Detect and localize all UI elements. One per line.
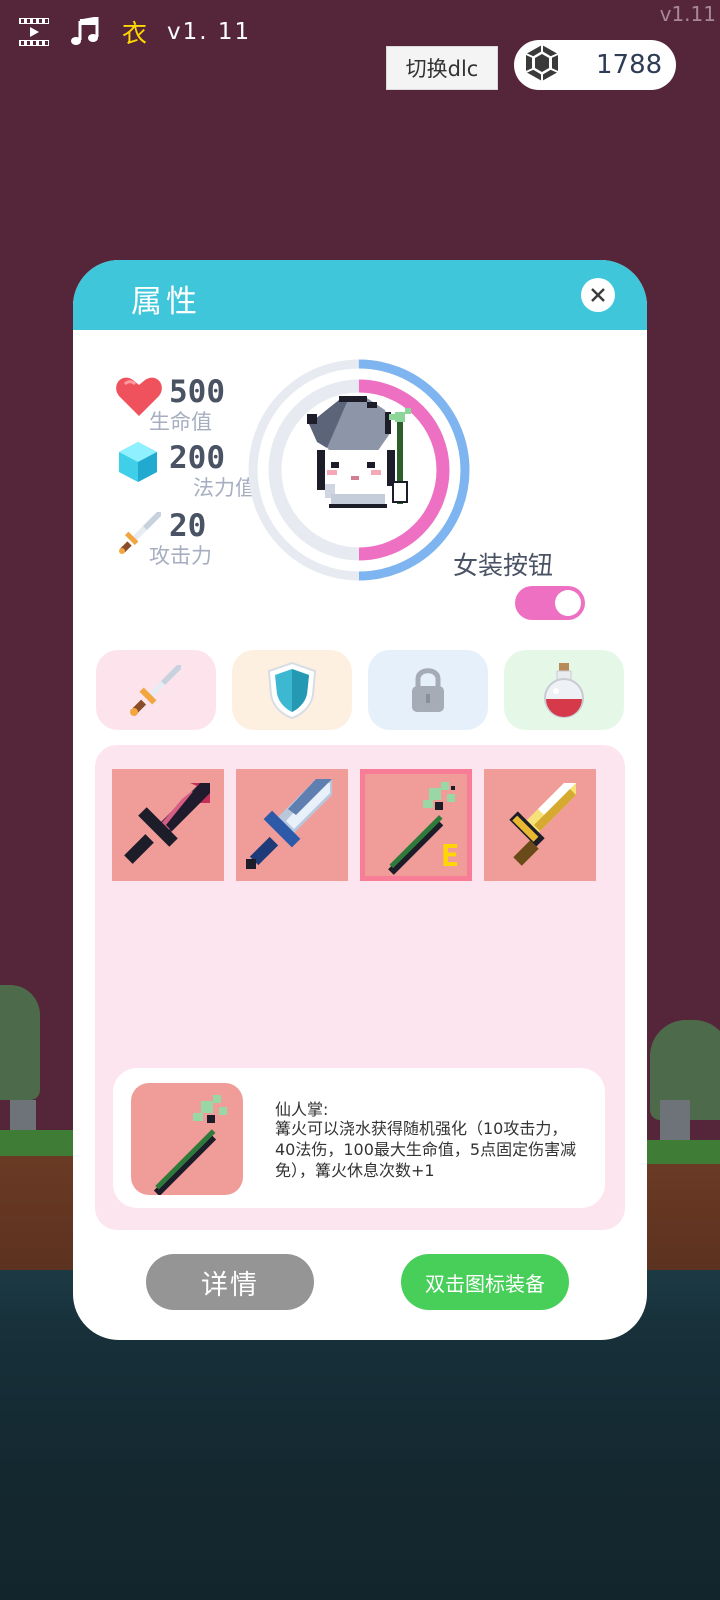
selected-item-description: 篝火可以浇水获得随机强化（10攻击力，40法伤，100最大生命值，5点固定伤害减…	[275, 1119, 577, 1180]
corner-version-label: v1.11	[659, 2, 716, 26]
equip-button[interactable]: 双击图标装备	[401, 1254, 569, 1310]
potion-icon	[544, 663, 584, 718]
currency-display: 1788	[514, 40, 676, 90]
mp-value: 200	[169, 440, 225, 476]
item-description-card: 仙人掌: 篝火可以浇水获得随机强化（10攻击力，40法伤，100最大生命值，5点…	[113, 1068, 605, 1208]
shield-icon	[267, 661, 317, 719]
sword-icon	[130, 665, 181, 716]
attributes-panel: 属性 500 生命值 200 法力值 20 攻击力 女装按钮 E 仙人掌: 篝火…	[73, 260, 647, 1340]
stat-attack: 20 攻击力	[117, 508, 212, 568]
golden-sword-icon	[509, 783, 576, 866]
music-note-icon[interactable]	[70, 16, 102, 47]
inventory-slot[interactable]	[236, 769, 348, 881]
close-button[interactable]	[581, 278, 615, 312]
character-avatar	[307, 396, 411, 508]
panel-title: 属性	[131, 284, 201, 320]
tab-potion[interactable]	[504, 650, 624, 730]
crossdress-toggle-label: 女装按钮	[453, 551, 554, 580]
stat-mp: 200 法力值	[117, 440, 256, 500]
gem-count: 1788	[596, 50, 663, 80]
equipped-mark: E	[440, 839, 459, 874]
attack-label: 攻击力	[149, 544, 212, 568]
top-hud: 衣 v1. 11	[18, 14, 251, 50]
crystal-icon	[119, 442, 157, 482]
attack-value: 20	[169, 508, 207, 544]
version-label: v1. 11	[167, 19, 252, 45]
outfit-button[interactable]: 衣	[122, 14, 147, 50]
hp-value: 500	[169, 374, 225, 410]
crossdress-toggle[interactable]	[515, 586, 585, 620]
inventory-slot-selected[interactable]: E	[360, 769, 472, 881]
gem-icon	[522, 43, 562, 87]
tree-left	[0, 985, 40, 1100]
inventory-grid: E 仙人掌: 篝火可以浇水获得随机强化（10攻击力，40法伤，100最大生命值，…	[95, 745, 625, 1230]
close-icon	[591, 288, 605, 302]
selected-item-icon	[131, 1083, 243, 1197]
toggle-knob[interactable]	[555, 590, 581, 616]
rock-right	[660, 1100, 690, 1140]
tab-armor[interactable]	[232, 650, 352, 730]
hp-label: 生命值	[149, 410, 212, 434]
selected-item-name: 仙人掌:	[275, 1100, 329, 1119]
inventory-slot[interactable]	[484, 769, 596, 881]
tab-locked[interactable]	[368, 650, 488, 730]
details-button[interactable]: 详情	[146, 1254, 314, 1310]
cactus-staff-icon	[153, 1095, 227, 1197]
dark-sword-icon	[124, 783, 210, 864]
film-icon[interactable]	[18, 17, 50, 47]
stats-ring	[248, 359, 470, 581]
lock-icon	[412, 668, 444, 712]
switch-dlc-button[interactable]: 切换dlc	[386, 46, 498, 90]
tab-weapon[interactable]	[96, 650, 216, 730]
stat-hp: 500 生命值	[115, 374, 225, 434]
inventory-slot[interactable]	[112, 769, 224, 881]
ice-sword-icon	[246, 779, 332, 869]
